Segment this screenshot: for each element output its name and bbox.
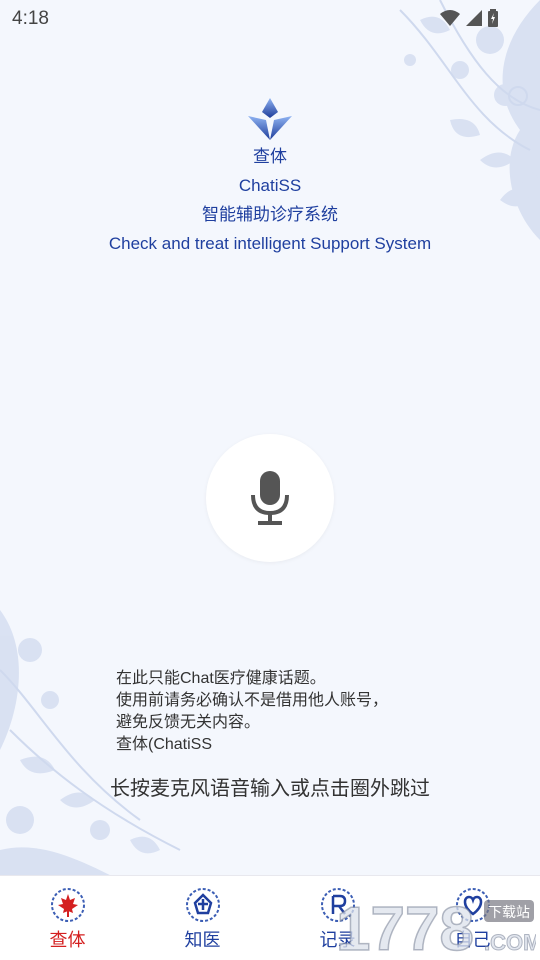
nav-label: 记录 [319,930,356,950]
battery-icon [488,9,498,27]
nav-label: 知医 [184,930,221,950]
heart-icon [455,888,490,922]
nav-label: 自己 [454,930,491,950]
status-time: 4:18 [12,8,49,29]
maple-leaf-icon [50,888,85,922]
nav-item-records[interactable]: 记录 [270,876,405,960]
app-header: 查体 ChatiSS 智能辅助诊疗系统 Check and treat inte… [0,96,540,258]
microphone-button[interactable] [206,434,334,562]
app-subtitle-en: Check and treat intelligent Support Syst… [108,234,432,253]
usage-notice: 在此只能Chat医疗健康话题。 使用前请务必确认不是借用他人账号， 避免反馈无关… [116,668,476,756]
status-icons [440,9,498,27]
app-name-cn: 查体 [253,147,287,166]
nav-item-check[interactable]: 查体 [0,876,135,960]
microphone-icon [251,471,289,525]
nav-label: 查体 [49,930,86,950]
notice-line: 查体(ChatiSS [116,736,213,753]
notice-line: 使用前请务必确认不是借用他人账号， [116,692,389,709]
signal-icon [466,10,482,26]
bottom-nav: 查体 知医 记录 自己 [0,875,540,960]
medical-emblem-icon [185,888,220,922]
wifi-icon [440,10,460,26]
voice-input-prompt[interactable]: 长按麦克风语音输入或点击圈外跳过 [0,772,540,801]
app-subtitle-cn: 智能辅助诊疗系统 [202,205,338,224]
status-bar: 4:18 [0,0,540,36]
nav-item-knowledge[interactable]: 知医 [135,876,270,960]
app-name-en: ChatiSS [238,176,302,195]
app-logo [248,98,292,140]
nav-item-self[interactable]: 自己 [405,876,540,960]
record-icon [320,888,355,922]
notice-line: 避免反馈无关内容。 [116,714,261,731]
notice-line: 在此只能Chat医疗健康话题。 [116,670,326,687]
